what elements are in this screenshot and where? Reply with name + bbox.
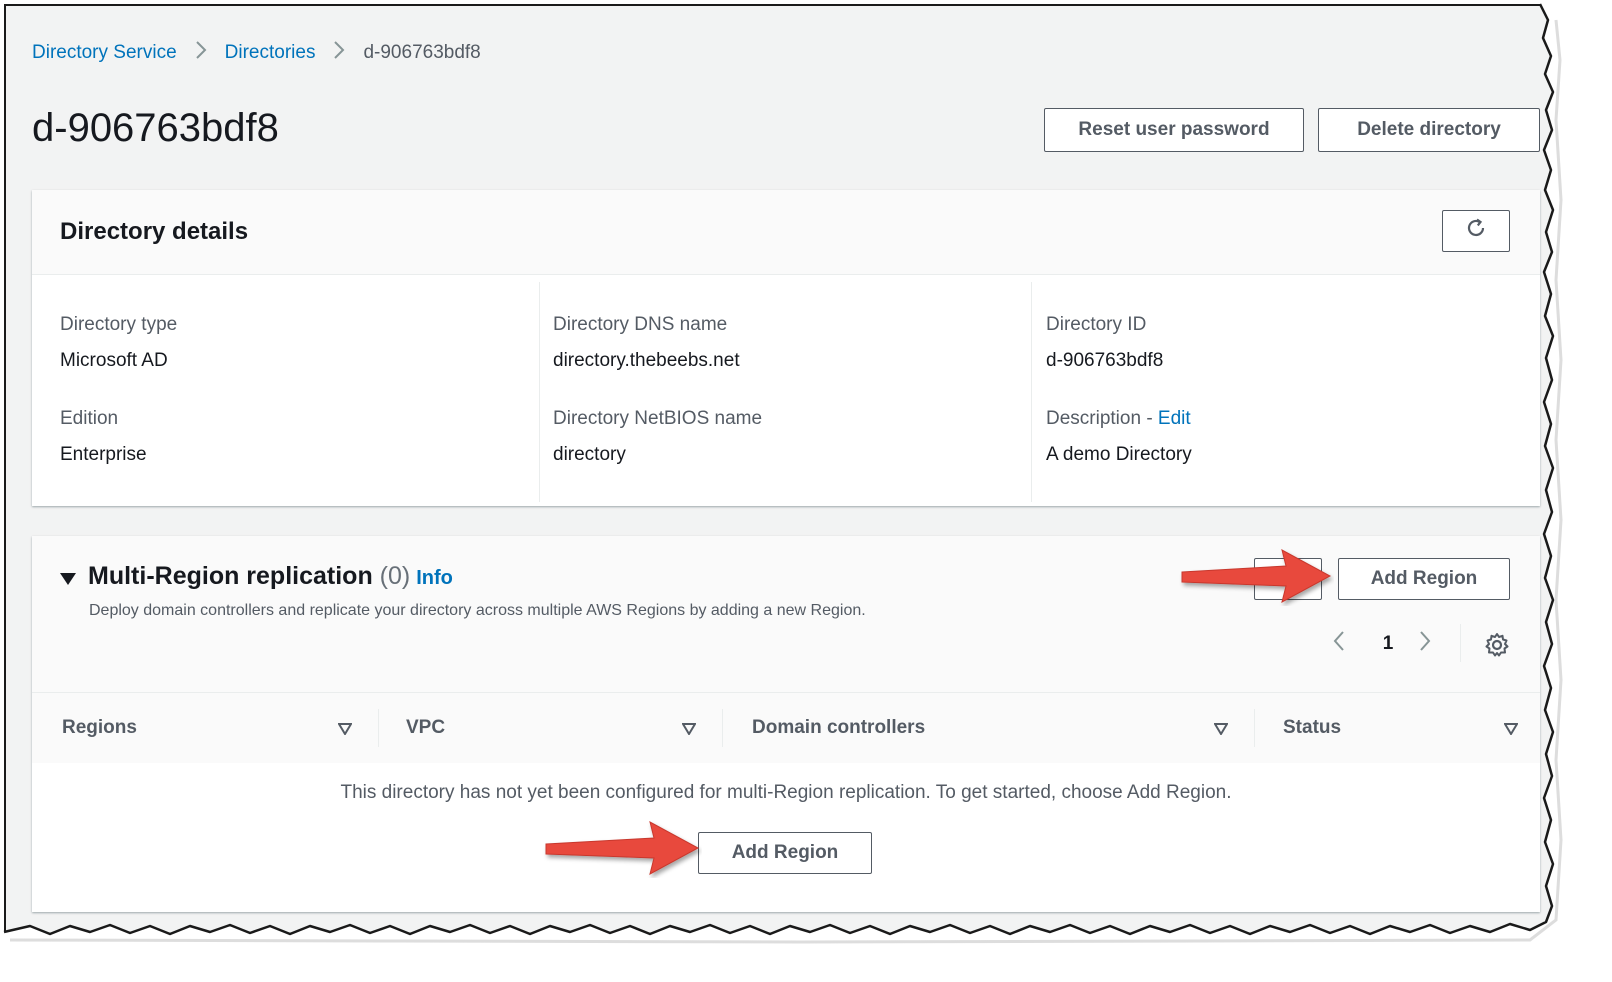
torn-edge-decoration (3, 0, 1612, 982)
